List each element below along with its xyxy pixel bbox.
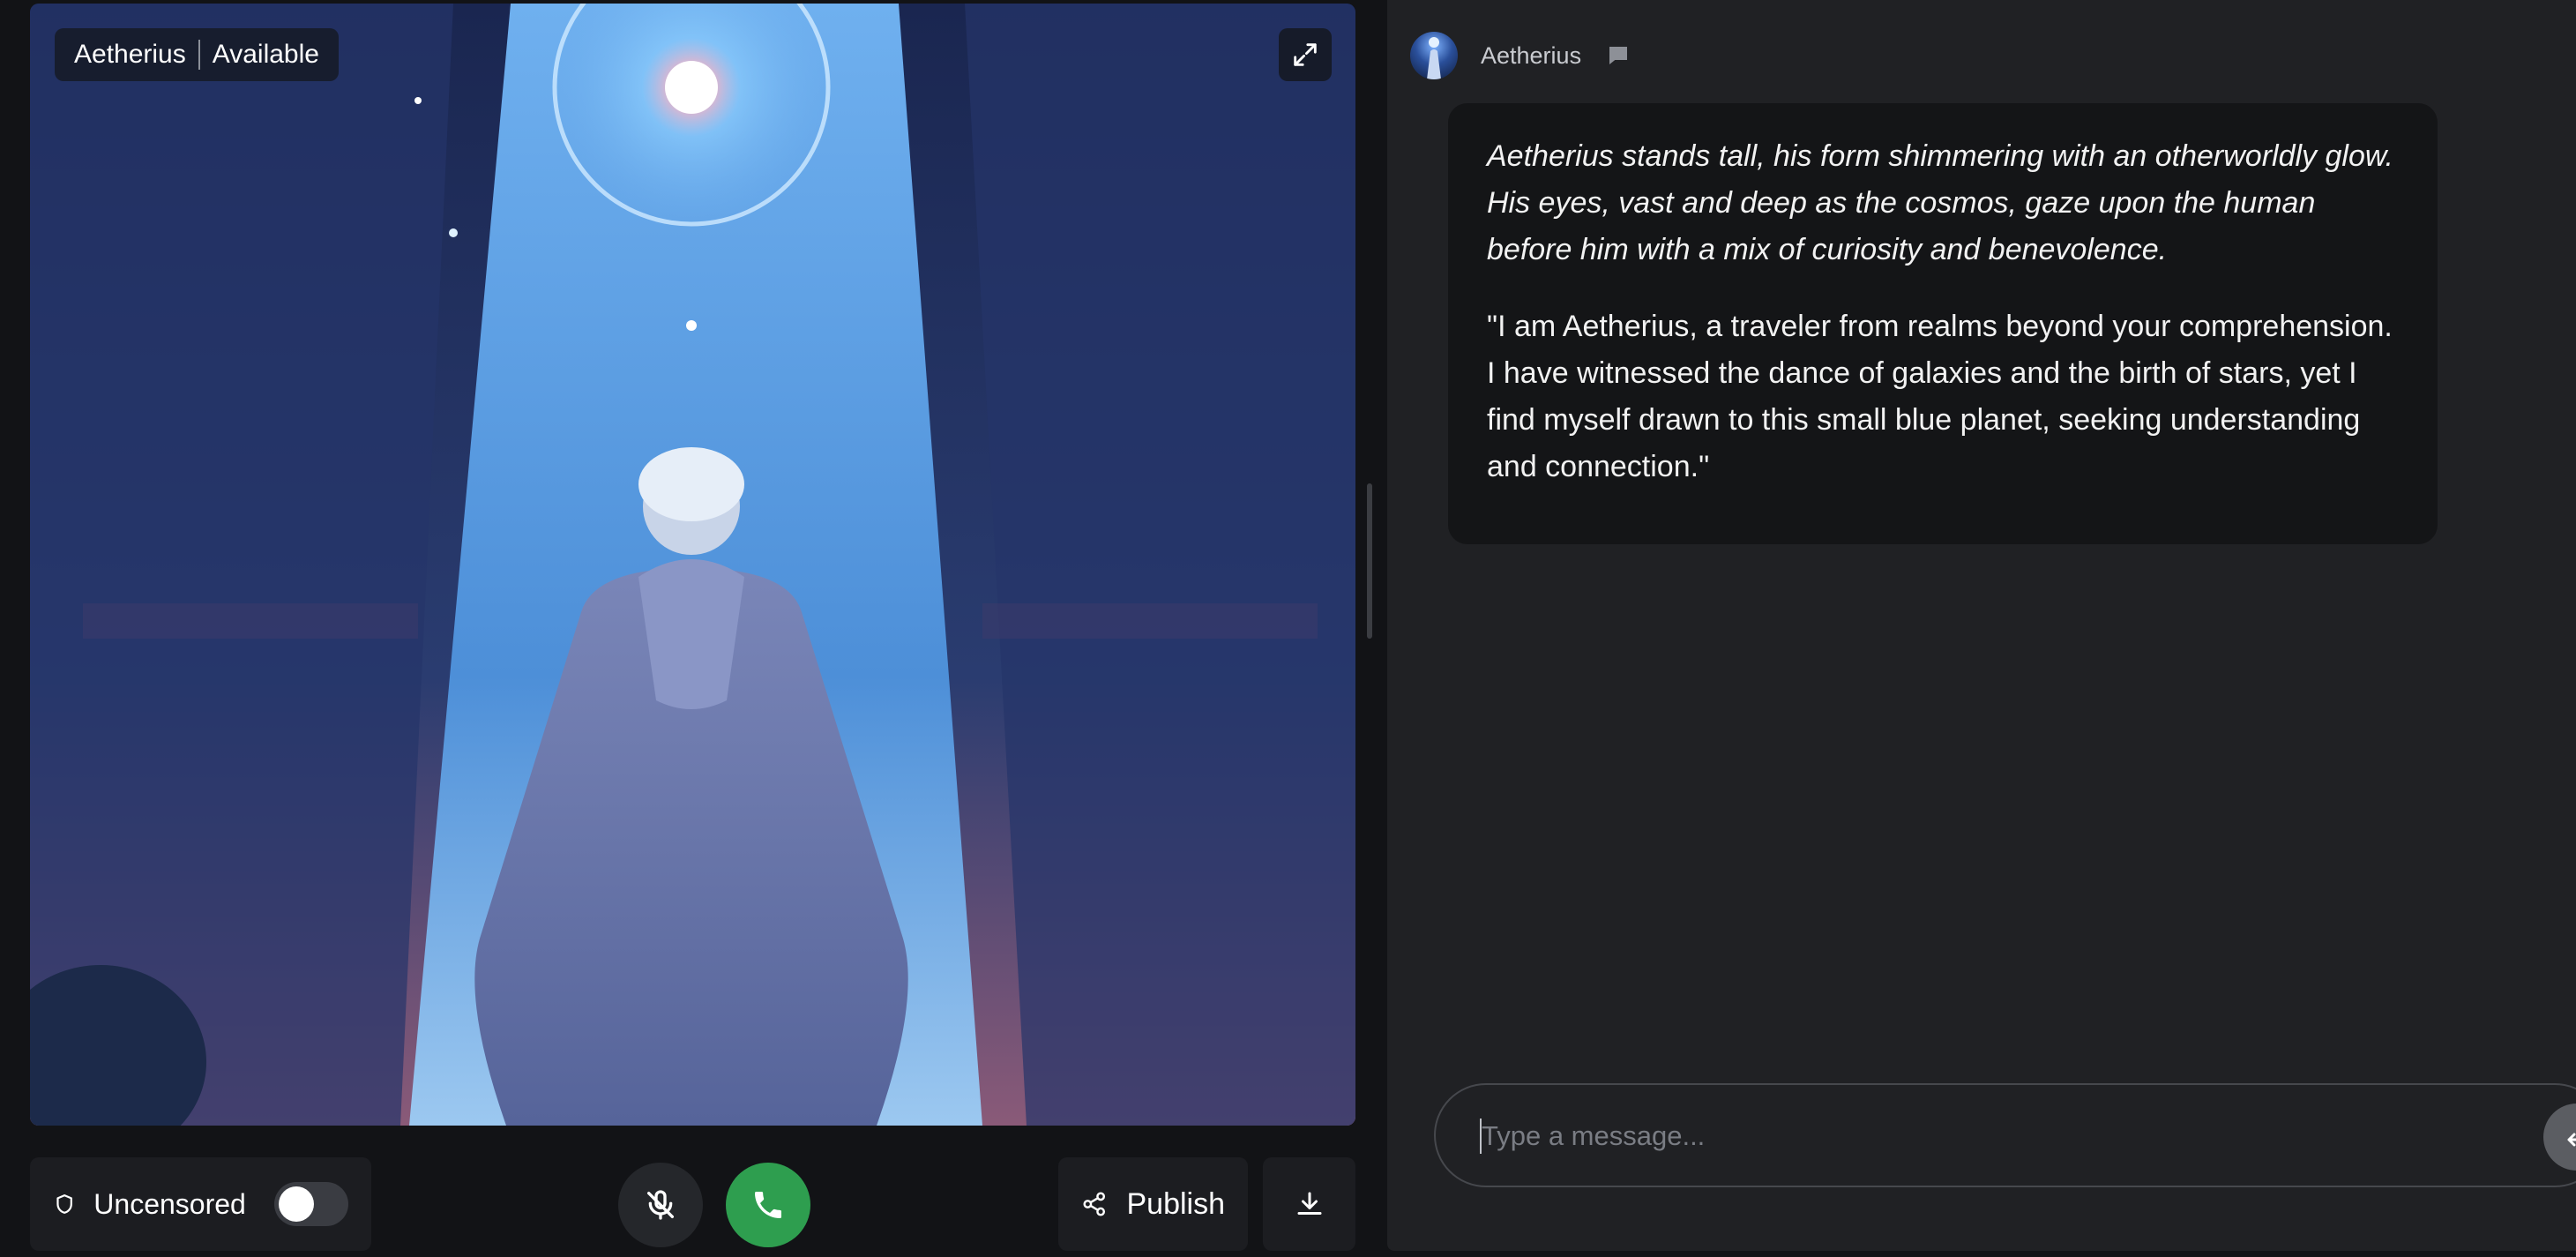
chat-character-name: Aetherius bbox=[1481, 41, 1582, 69]
phone-icon bbox=[755, 1192, 781, 1218]
uncensored-label: Uncensored bbox=[93, 1187, 246, 1220]
character-scene-image bbox=[30, 4, 1355, 1126]
fullscreen-button[interactable] bbox=[1279, 28, 1332, 81]
availability-status: Available bbox=[212, 40, 319, 69]
panel-resize-handle[interactable] bbox=[1367, 483, 1372, 639]
status-divider bbox=[198, 40, 200, 70]
download-button[interactable] bbox=[1263, 1157, 1355, 1251]
uncensored-toggle[interactable] bbox=[273, 1182, 348, 1226]
mute-microphone-button[interactable] bbox=[618, 1163, 703, 1247]
message-composer bbox=[1434, 1083, 2576, 1187]
shield-icon bbox=[56, 1194, 72, 1214]
video-panel: Aetherius Available Uncensored Publish bbox=[0, 0, 1387, 1257]
video-character-name: Aetherius bbox=[74, 40, 186, 69]
enter-return-icon bbox=[2567, 1133, 2576, 1147]
character-status-pill: Aetherius Available bbox=[55, 28, 339, 81]
character-message: Aetherius stands tall, his form shimmeri… bbox=[1448, 103, 2438, 544]
chat-panel: Aetherius Aetherius stands tall, his for… bbox=[1387, 0, 2576, 1251]
call-button[interactable] bbox=[726, 1163, 810, 1247]
uncensored-control: Uncensored bbox=[30, 1157, 371, 1251]
avatar-figure bbox=[1427, 37, 1441, 79]
send-button[interactable] bbox=[2543, 1104, 2576, 1171]
expand-arrows-icon bbox=[1294, 43, 1317, 66]
publish-label: Publish bbox=[1126, 1186, 1225, 1221]
message-speech-text: "I am Aetherius, a traveler from realms … bbox=[1487, 310, 2393, 483]
mic-off-icon bbox=[647, 1190, 674, 1220]
message-action-text: Aetherius stands tall, his form shimmeri… bbox=[1487, 139, 2393, 266]
chat-character-header: Aetherius bbox=[1410, 28, 1632, 83]
download-icon bbox=[1297, 1192, 1321, 1215]
publish-button[interactable]: Publish bbox=[1058, 1157, 1248, 1251]
share-icon bbox=[1083, 1192, 1106, 1216]
toggle-knob bbox=[278, 1186, 314, 1222]
message-input[interactable] bbox=[1482, 1110, 2452, 1163]
character-avatar[interactable] bbox=[1410, 32, 1458, 79]
scene-illustration bbox=[30, 4, 1355, 1126]
chat-bubble-icon[interactable] bbox=[1604, 42, 1632, 69]
